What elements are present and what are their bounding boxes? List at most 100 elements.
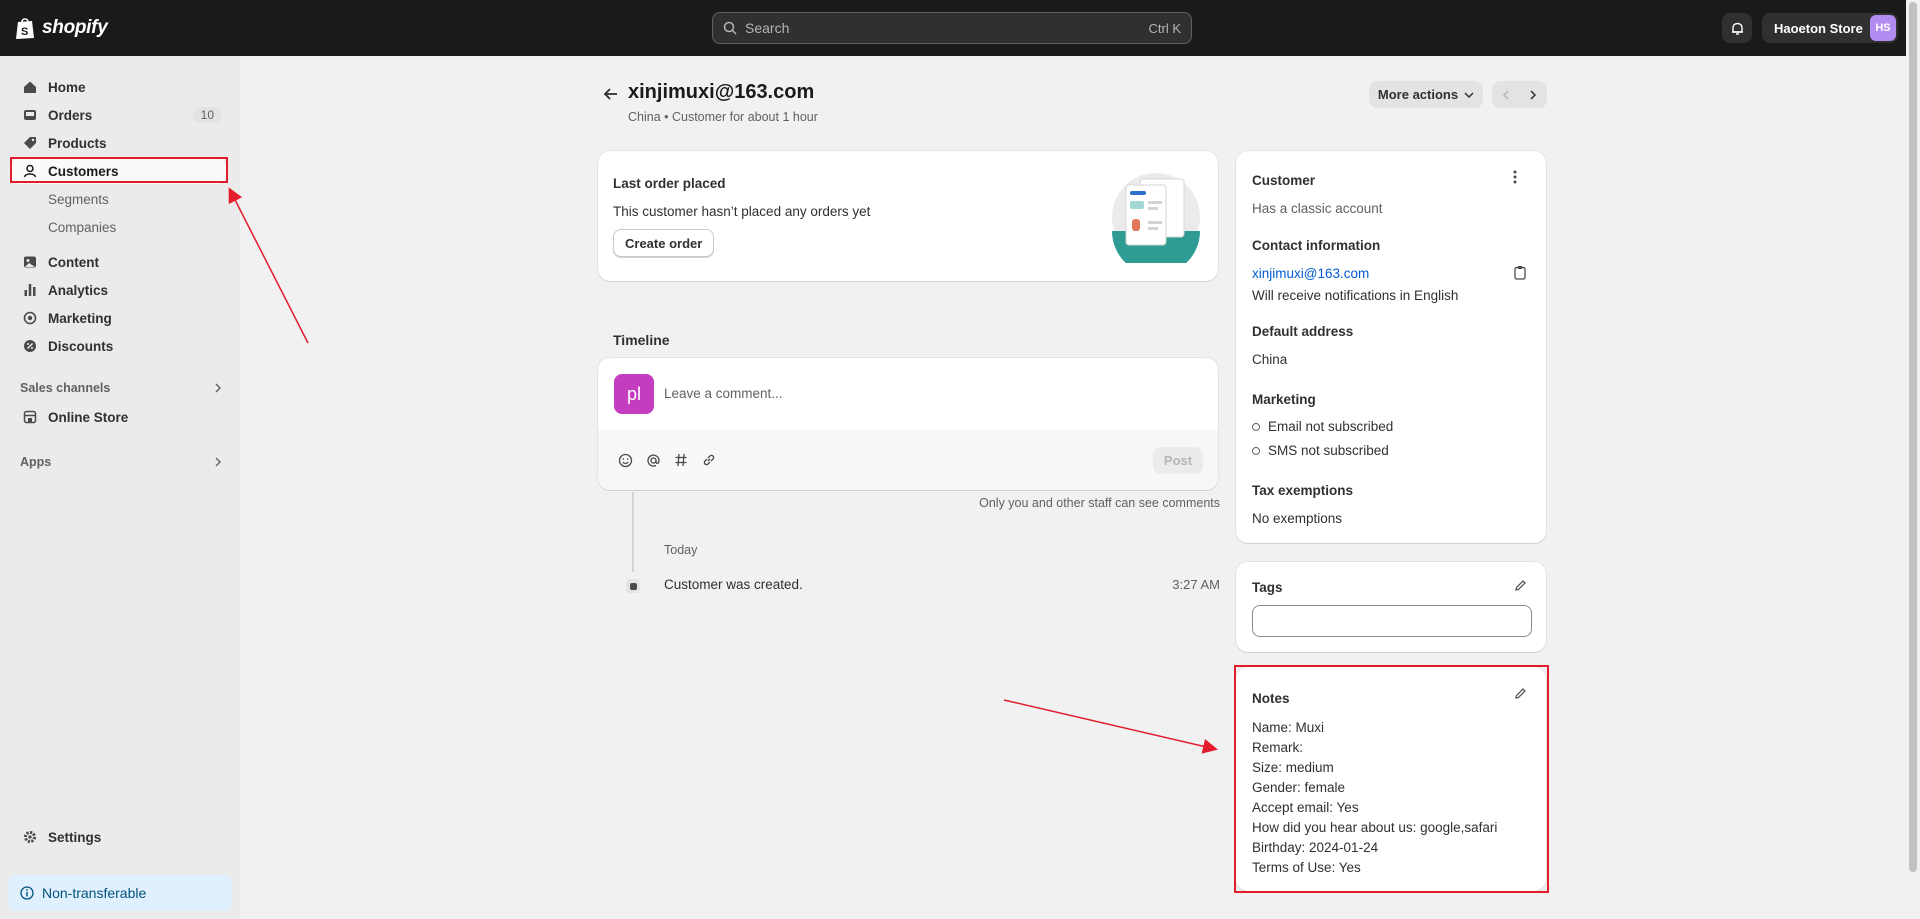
next-button[interactable] <box>1520 81 1548 108</box>
store-name: Haoeton Store <box>1774 20 1863 36</box>
nav-settings-label: Settings <box>48 829 102 845</box>
customer-card: Customer Has a classic account Contact i… <box>1236 151 1546 543</box>
nav-products-label: Products <box>48 135 107 151</box>
more-actions-label: More actions <box>1377 87 1459 102</box>
target-icon <box>22 310 38 326</box>
nav-companies-label: Companies <box>48 219 117 235</box>
inbox-icon <box>22 107 38 123</box>
hashtag-icon <box>675 453 687 467</box>
nav-discounts-label: Discounts <box>48 338 114 354</box>
orders-illustration <box>1112 173 1200 263</box>
staff-avatar: pl <box>614 374 654 414</box>
customers-highlight-box <box>10 157 228 183</box>
more-options-icon[interactable] <box>1512 169 1518 185</box>
tax-value: No exemptions <box>1252 511 1343 526</box>
nav-companies[interactable]: Companies <box>12 214 226 240</box>
nav-orders[interactable]: Orders 10 <box>12 102 226 128</box>
orders-count-badge: 10 <box>192 107 222 123</box>
nav-orders-label: Orders <box>48 107 93 123</box>
comment-card: pl Leave a comment... Post <box>598 358 1218 490</box>
shopify-logo[interactable]: S shopify <box>14 16 108 40</box>
sales-channels-label: Sales channels <box>20 381 111 395</box>
hashtag-button[interactable] <box>672 451 690 469</box>
comment-toolbar: Post <box>598 430 1218 490</box>
logo-text: shopify <box>42 17 108 38</box>
nav-segments-label: Segments <box>48 191 109 207</box>
nav-analytics[interactable]: Analytics <box>12 277 226 303</box>
nav-discounts[interactable]: Discounts <box>12 333 226 359</box>
notifications-button[interactable] <box>1722 13 1752 43</box>
nav-home[interactable]: Home <box>12 74 226 100</box>
nav-online-store[interactable]: Online Store <box>12 404 226 430</box>
page-scrollbar[interactable] <box>1906 0 1920 919</box>
comment-input[interactable]: Leave a comment... <box>664 386 783 401</box>
search-shortcut: Ctrl K <box>1148 20 1182 36</box>
sms-marketing-label: SMS not subscribed <box>1268 443 1389 458</box>
timeline-event-dot <box>626 579 640 593</box>
search-bar[interactable]: Search Ctrl K <box>712 12 1192 44</box>
attach-button[interactable] <box>700 451 718 469</box>
store-menu[interactable]: Haoeton Store HS <box>1762 13 1898 43</box>
apps-header[interactable]: Apps <box>20 455 222 469</box>
search-placeholder: Search <box>745 20 790 36</box>
non-transferable-banner[interactable]: Non-transferable <box>8 875 232 911</box>
previous-button[interactable] <box>1492 81 1520 108</box>
tags-title: Tags <box>1252 580 1283 595</box>
timeline-day-label: Today <box>664 543 698 557</box>
content-icon <box>22 254 38 270</box>
staff-visibility-note: Only you and other staff can see comment… <box>979 496 1220 510</box>
tax-heading: Tax exemptions <box>1252 483 1354 498</box>
nav-segments[interactable]: Segments <box>12 186 226 212</box>
email-marketing-label: Email not subscribed <box>1268 419 1394 434</box>
nav-settings[interactable]: Settings <box>12 824 226 850</box>
nav-products[interactable]: Products <box>12 130 226 156</box>
tag-icon <box>22 135 38 151</box>
emoji-icon <box>618 453 632 467</box>
sms-marketing-status: SMS not subscribed <box>1252 443 1389 458</box>
last-order-card: Last order placed This customer hasn’t p… <box>598 151 1218 281</box>
status-dot-icon <box>1252 447 1260 456</box>
notification-language: Will receive notifications in English <box>1252 288 1459 303</box>
top-bar: S shopify Search Ctrl K Haoeton Store HS <box>0 0 1920 56</box>
pagination <box>1492 81 1547 108</box>
bell-icon <box>1731 22 1743 35</box>
nav-online-store-label: Online Store <box>48 409 129 425</box>
arrow-to-customers <box>228 187 309 344</box>
store-avatar: HS <box>1870 15 1896 41</box>
arrow-to-notes <box>1003 699 1218 754</box>
gear-icon <box>22 829 38 845</box>
customer-email-link[interactable]: xinjimuxi@163.com <box>1252 266 1369 281</box>
page-title: xinjimuxi@163.com <box>628 81 815 103</box>
nav-marketing[interactable]: Marketing <box>12 305 226 331</box>
svg-text:S: S <box>21 26 28 38</box>
nav-content[interactable]: Content <box>12 249 226 275</box>
address-heading: Default address <box>1252 324 1354 339</box>
bar-chart-icon <box>22 282 38 298</box>
page-subtitle: China • Customer for about 1 hour <box>628 110 818 124</box>
post-button[interactable]: Post <box>1153 447 1203 474</box>
scrollbar-thumb[interactable] <box>1909 2 1917 872</box>
nav-content-label: Content <box>48 254 99 270</box>
link-icon <box>703 454 715 466</box>
timeline-heading: Timeline <box>613 332 670 348</box>
emoji-button[interactable] <box>616 451 634 469</box>
search-icon <box>723 21 737 35</box>
timeline-line <box>632 492 634 572</box>
more-actions-button[interactable]: More actions <box>1369 81 1483 108</box>
sales-channels-header[interactable]: Sales channels <box>20 381 222 395</box>
back-arrow-icon[interactable] <box>602 85 620 103</box>
clipboard-icon[interactable] <box>1514 265 1526 280</box>
mention-button[interactable] <box>644 451 662 469</box>
default-address: China <box>1252 352 1288 367</box>
last-order-title: Last order placed <box>613 176 726 191</box>
nav-analytics-label: Analytics <box>48 282 109 298</box>
timeline-event-text: Customer was created. <box>664 577 803 592</box>
pencil-icon[interactable] <box>1514 579 1527 592</box>
chevron-right-icon <box>1530 89 1537 100</box>
store-icon <box>22 409 38 425</box>
create-order-button[interactable]: Create order <box>613 229 715 257</box>
tags-input[interactable] <box>1252 605 1532 637</box>
tags-card: Tags <box>1236 562 1546 652</box>
notes-highlight-box <box>1234 665 1549 893</box>
home-icon <box>22 79 38 95</box>
